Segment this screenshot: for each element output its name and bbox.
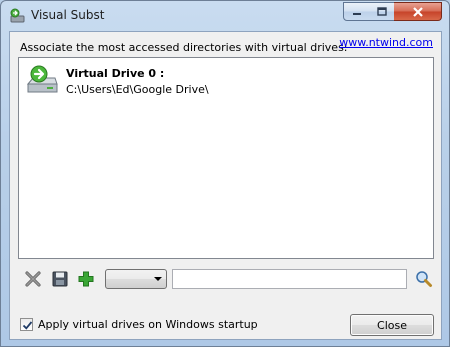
save-icon[interactable] <box>51 270 69 288</box>
add-icon[interactable] <box>77 270 95 288</box>
drive-letter-select[interactable] <box>105 269 167 289</box>
association-label: Associate the most accessed directories … <box>20 41 348 54</box>
checkmark-icon <box>22 321 33 330</box>
window-close-button[interactable] <box>394 2 442 21</box>
main-panel: Associate the most accessed directories … <box>9 31 442 340</box>
list-item[interactable]: Virtual Drive 0 : C:\Users\Ed\Google Dri… <box>23 64 323 104</box>
drive-name: Virtual Drive 0 : <box>66 67 165 80</box>
app-window: Visual Subst Associate the most accessed… <box>0 0 450 347</box>
virtual-drive-icon <box>25 64 59 96</box>
maximize-icon <box>376 6 387 16</box>
drive-path: C:\Users\Ed\Google Drive\ <box>66 83 209 96</box>
minimize-icon <box>352 12 361 15</box>
close-icon <box>412 6 423 17</box>
maximize-button[interactable] <box>369 2 395 21</box>
visual-subst-app-icon <box>9 7 27 25</box>
minimize-button[interactable] <box>343 2 370 21</box>
close-button[interactable]: Close <box>350 314 434 336</box>
window-title: Visual Subst <box>31 8 105 22</box>
chevron-down-icon <box>154 277 162 281</box>
delete-icon[interactable] <box>24 270 42 288</box>
startup-checkbox-label[interactable]: Apply virtual drives on Windows startup <box>38 318 258 331</box>
virtual-drive-list[interactable]: Virtual Drive 0 : C:\Users\Ed\Google Dri… <box>18 57 434 259</box>
title-bar[interactable]: Visual Subst <box>1 1 449 31</box>
website-link[interactable]: www.ntwind.com <box>339 36 433 49</box>
browse-icon[interactable] <box>415 270 433 288</box>
path-input[interactable] <box>172 269 407 289</box>
startup-checkbox[interactable] <box>20 318 33 331</box>
